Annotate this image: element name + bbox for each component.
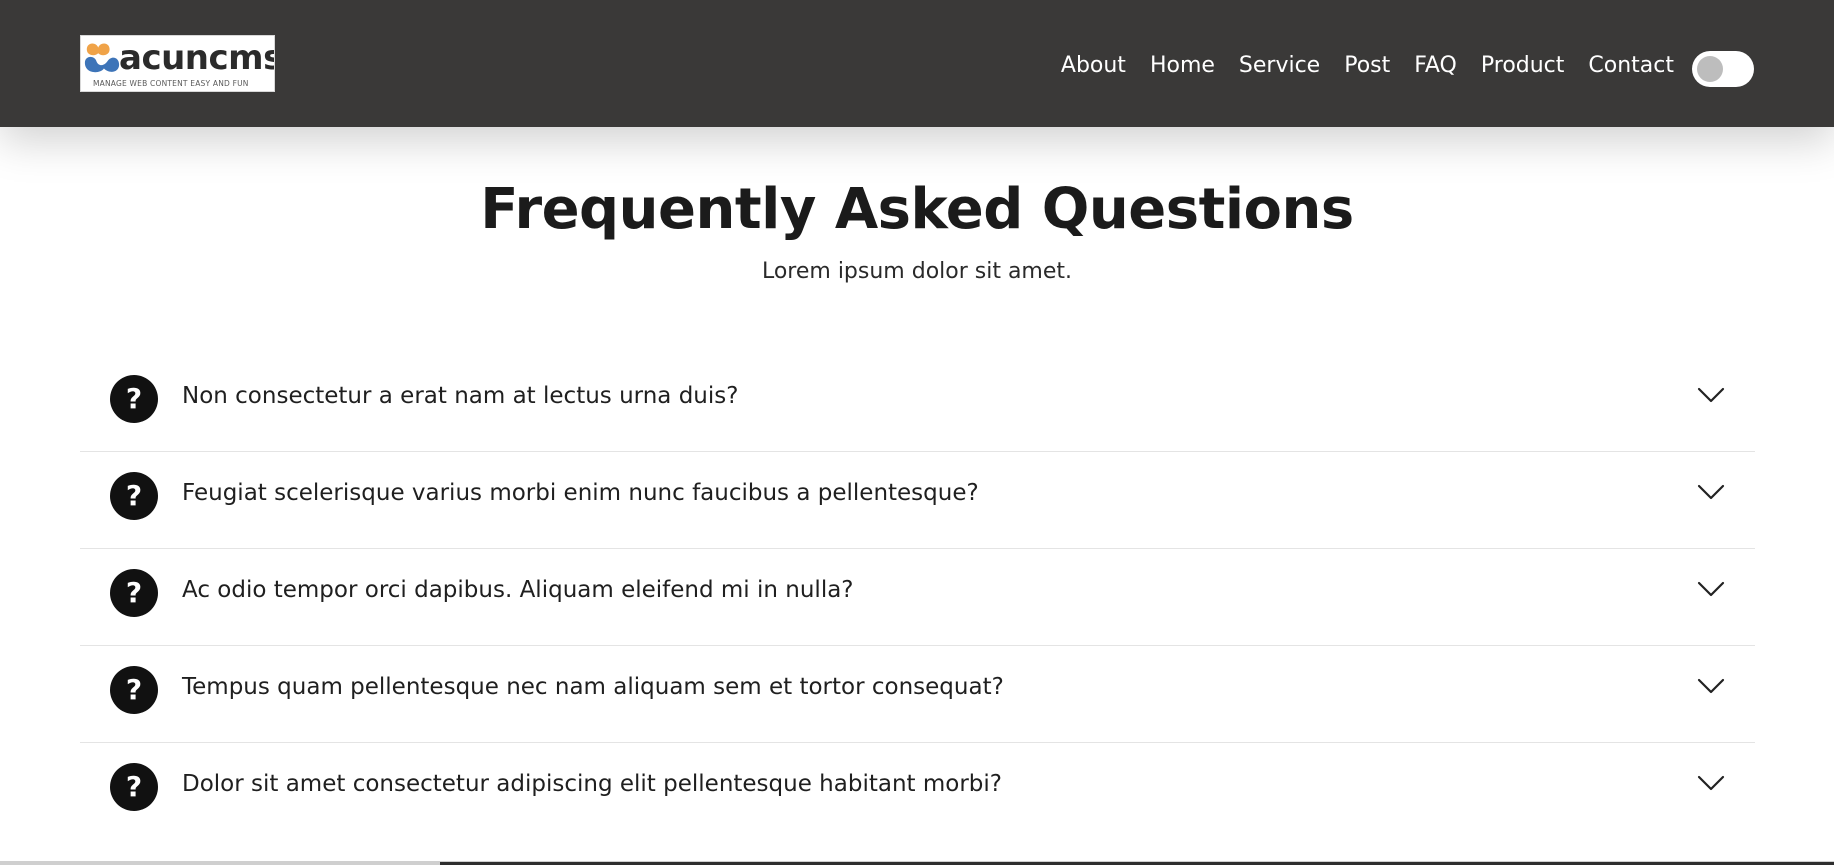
faq-question: Ac odio tempor orci dapibus. Aliquam ele… <box>182 577 854 603</box>
nav-item-service[interactable]: Service <box>1239 53 1320 78</box>
chevron-down-icon[interactable] <box>1697 676 1725 696</box>
faq-question: Tempus quam pellentesque nec nam aliquam… <box>182 674 1004 700</box>
faq-section: Frequently Asked Questions Lorem ipsum d… <box>0 127 1834 865</box>
chevron-down-icon[interactable] <box>1697 482 1725 502</box>
faq-item[interactable]: ? Non consectetur a erat nam at lectus u… <box>80 355 1755 452</box>
main-nav: About Home Service Post FAQ Product Cont… <box>1037 46 1674 84</box>
theme-toggle[interactable] <box>1692 51 1754 87</box>
question-mark-icon: ? <box>110 472 158 520</box>
page-subtitle: Lorem ipsum dolor sit amet. <box>761 259 1073 284</box>
nav-item-about[interactable]: About <box>1061 53 1126 78</box>
nav-item-contact[interactable]: Contact <box>1588 53 1674 78</box>
faq-question: Dolor sit amet consectetur adipiscing el… <box>182 771 1002 797</box>
faq-list: ? Non consectetur a erat nam at lectus u… <box>80 355 1755 840</box>
question-mark-icon: ? <box>110 569 158 617</box>
faq-item[interactable]: ? Tempus quam pellentesque nec nam aliqu… <box>80 646 1755 743</box>
faq-question: Non consectetur a erat nam at lectus urn… <box>182 383 739 409</box>
nav-item-faq[interactable]: FAQ <box>1414 53 1457 78</box>
nav-item-product[interactable]: Product <box>1481 53 1565 78</box>
question-mark-icon: ? <box>110 375 158 423</box>
logo-tagline: MANAGE WEB CONTENT EASY AND FUN <box>93 79 249 88</box>
logo-name: acuncms <box>119 38 275 78</box>
site-header: acuncms MANAGE WEB CONTENT EASY AND FUN … <box>0 0 1834 127</box>
question-mark-icon: ? <box>110 763 158 811</box>
page-title: Frequently Asked Questions <box>480 177 1354 242</box>
faq-item[interactable]: ? Ac odio tempor orci dapibus. Aliquam e… <box>80 549 1755 646</box>
faq-item[interactable]: ? Dolor sit amet consectetur adipiscing … <box>80 743 1755 840</box>
chevron-down-icon[interactable] <box>1697 579 1725 599</box>
nav-item-post[interactable]: Post <box>1344 53 1390 78</box>
logo-mark-icon <box>84 43 120 73</box>
faq-question: Feugiat scelerisque varius morbi enim nu… <box>182 480 979 506</box>
nav-item-home[interactable]: Home <box>1150 53 1215 78</box>
site-logo[interactable]: acuncms MANAGE WEB CONTENT EASY AND FUN <box>80 35 275 92</box>
question-mark-icon: ? <box>110 666 158 714</box>
faq-item[interactable]: ? Feugiat scelerisque varius morbi enim … <box>80 452 1755 549</box>
toggle-knob <box>1697 56 1723 82</box>
chevron-down-icon[interactable] <box>1697 385 1725 405</box>
chevron-down-icon[interactable] <box>1697 773 1725 793</box>
